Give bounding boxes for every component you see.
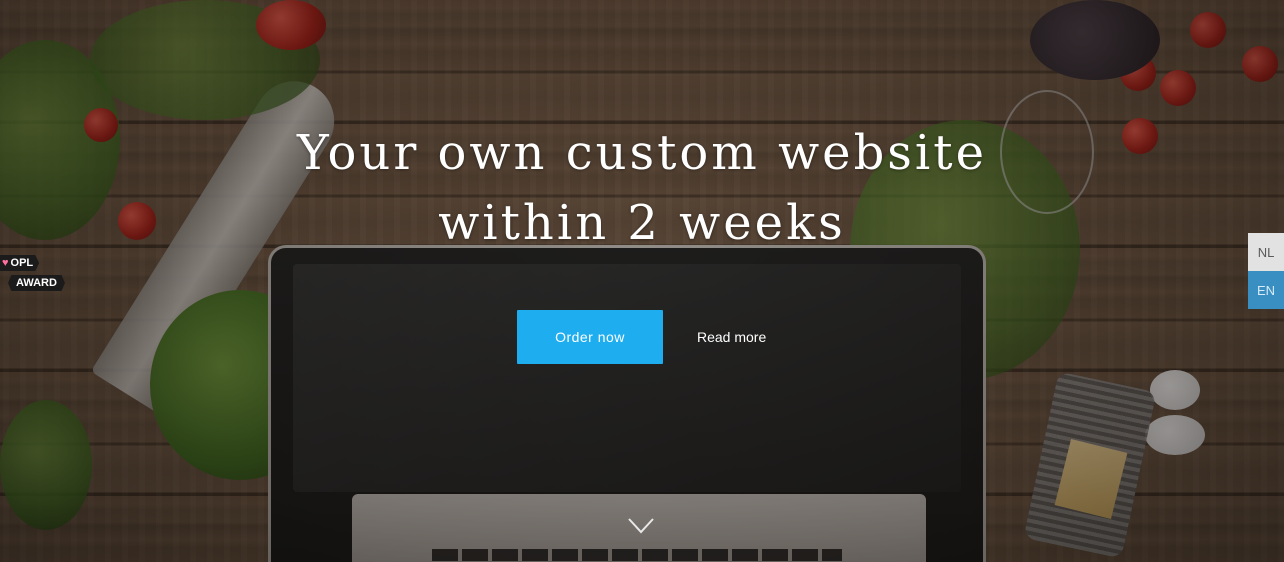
award-line2-text: AWARD <box>8 275 65 291</box>
award-badge-top: ♥ OPL <box>0 255 40 271</box>
award-line1-text: OPL <box>10 257 34 269</box>
order-now-button[interactable]: Order now <box>517 310 663 364</box>
award-badge[interactable]: ♥ OPL AWARD <box>0 253 65 291</box>
read-more-link[interactable]: Read more <box>697 329 766 345</box>
heart-icon: ♥ <box>2 257 9 269</box>
hero-section: Your own custom website within 2 weeks O… <box>0 0 1284 562</box>
language-option-en[interactable]: EN <box>1248 271 1284 309</box>
language-switcher: NL EN <box>1248 233 1284 309</box>
language-option-nl[interactable]: NL <box>1248 233 1284 271</box>
dark-overlay <box>0 0 1284 562</box>
chevron-down-icon[interactable] <box>628 518 654 534</box>
cta-row: Order now Read more <box>517 310 766 364</box>
hero-title: Your own custom website within 2 weeks <box>0 118 1284 258</box>
hero-title-line1: Your own custom website <box>297 125 987 181</box>
hero-title-line2: within 2 weeks <box>438 195 846 251</box>
